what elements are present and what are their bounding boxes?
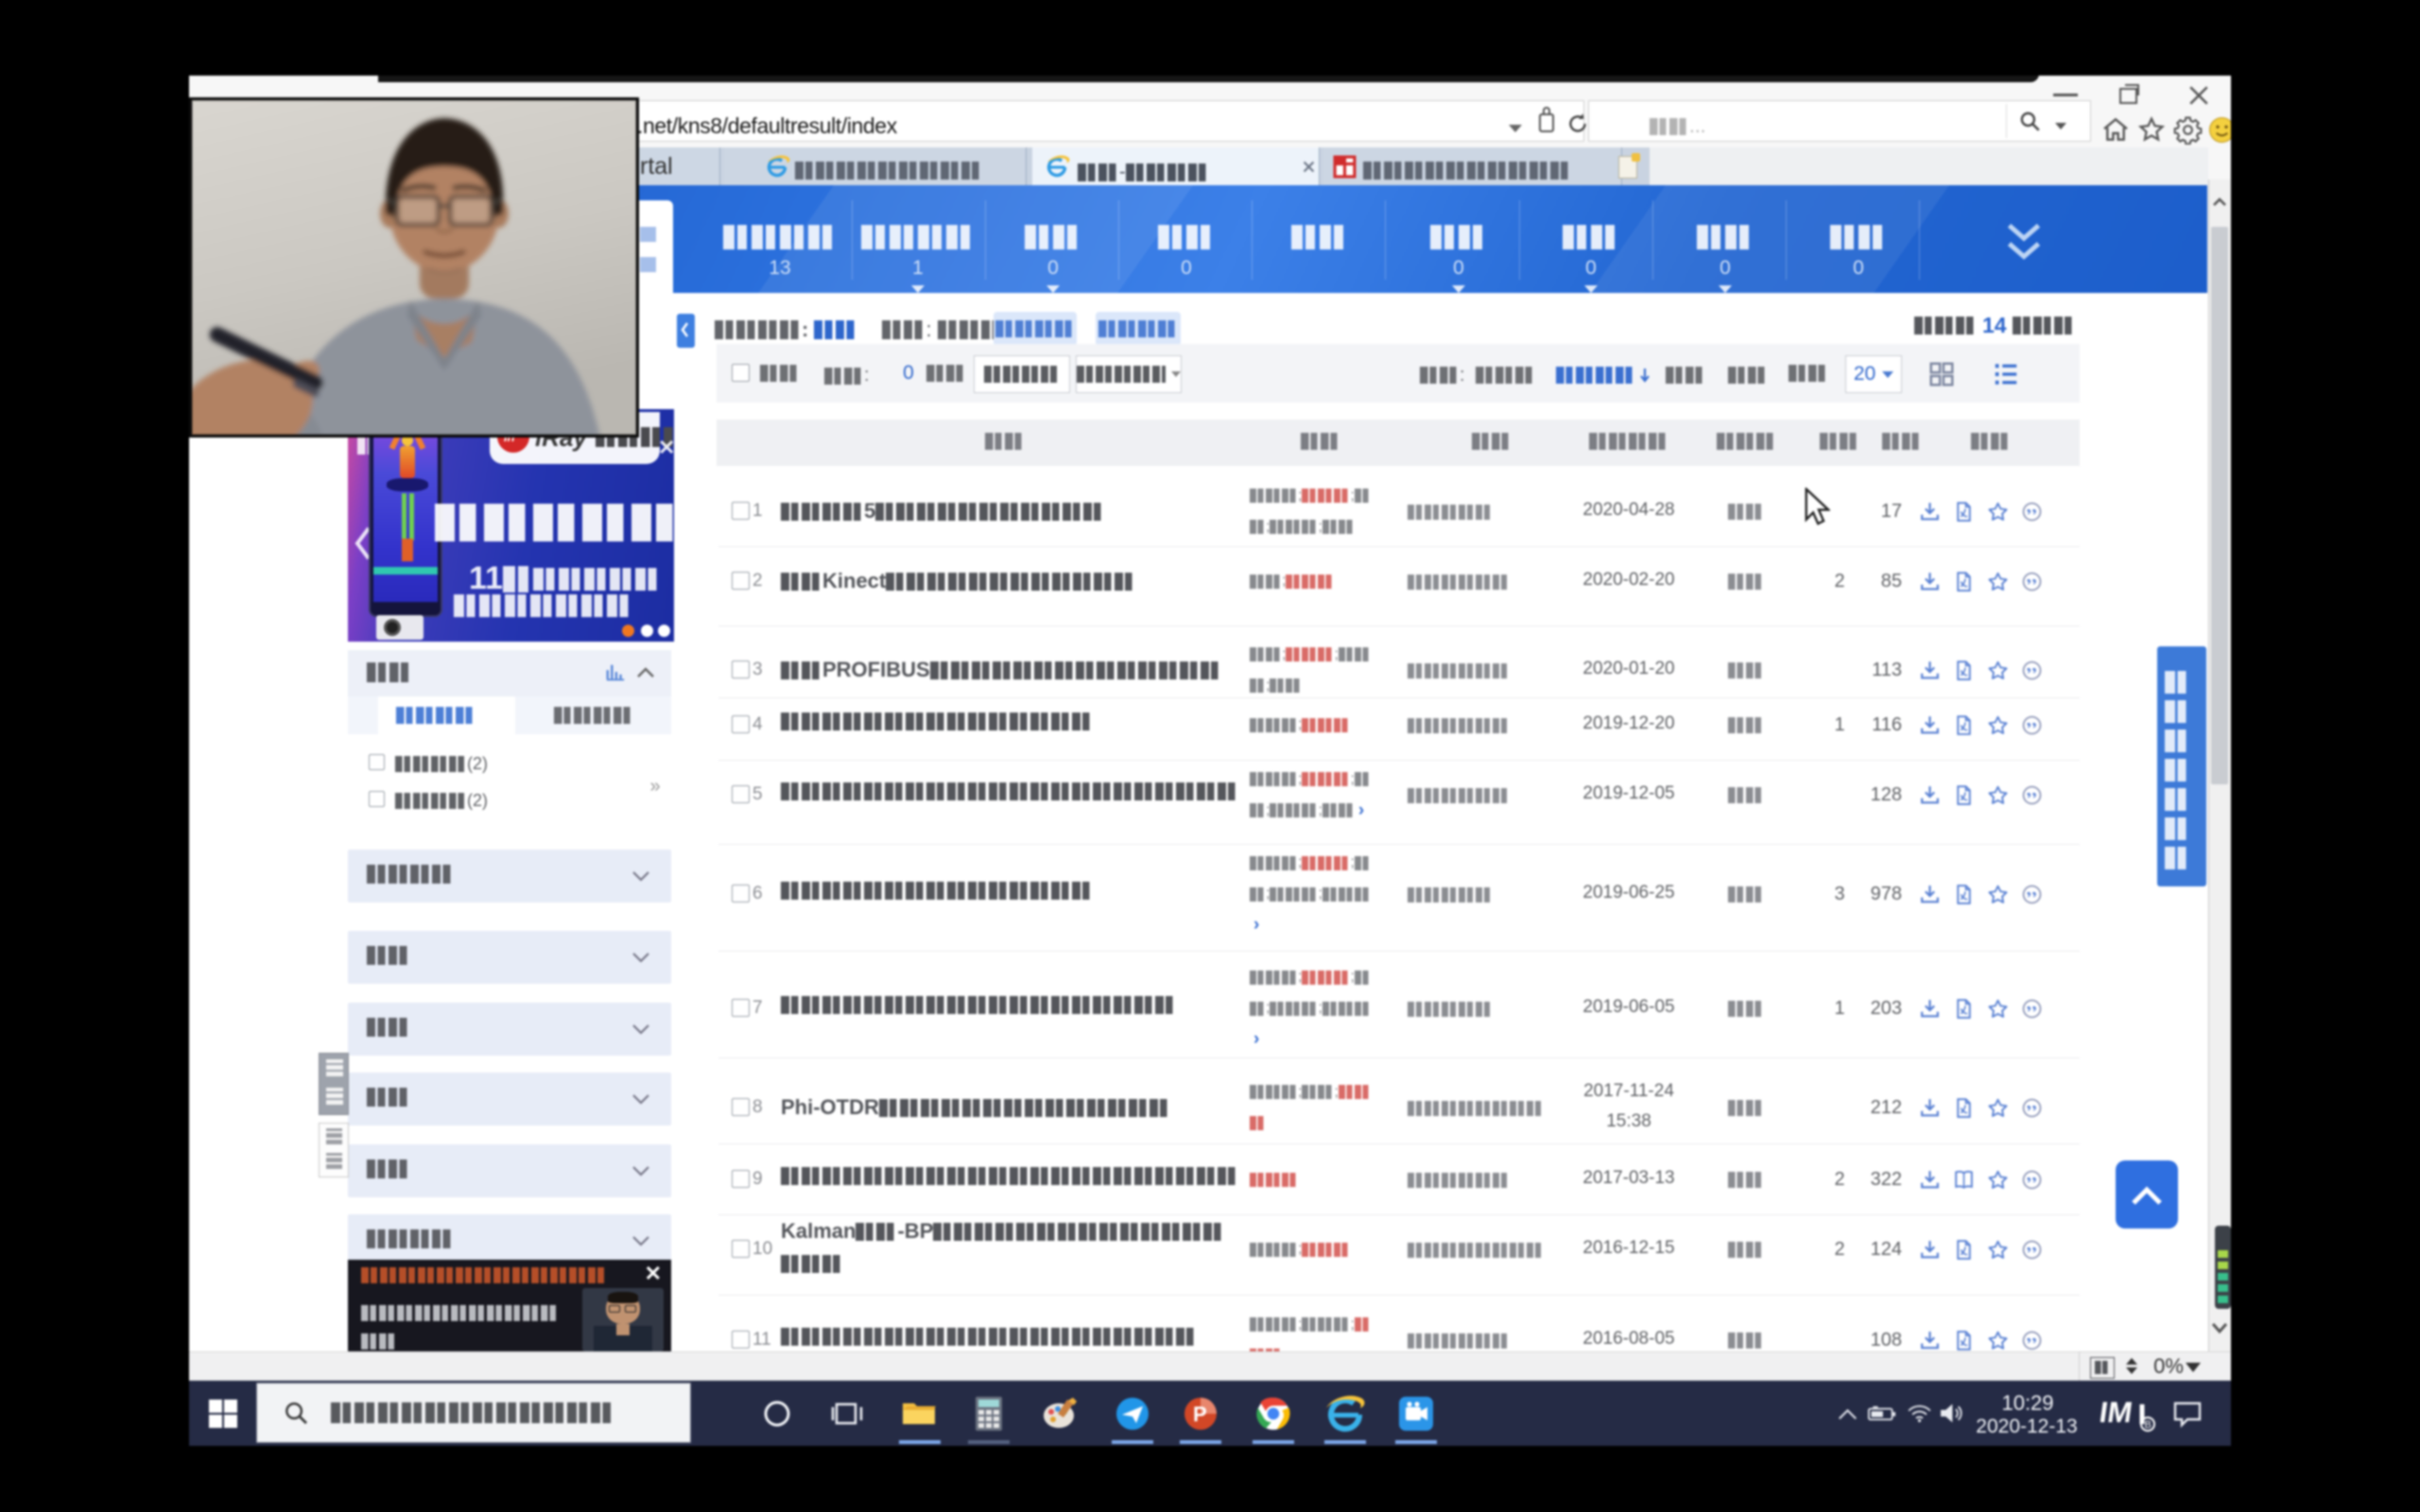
svg-text:B: B <box>2145 1419 2152 1431</box>
svg-text:P: P <box>1193 1402 1207 1426</box>
svg-text:IM: IM <box>2100 1396 2135 1429</box>
